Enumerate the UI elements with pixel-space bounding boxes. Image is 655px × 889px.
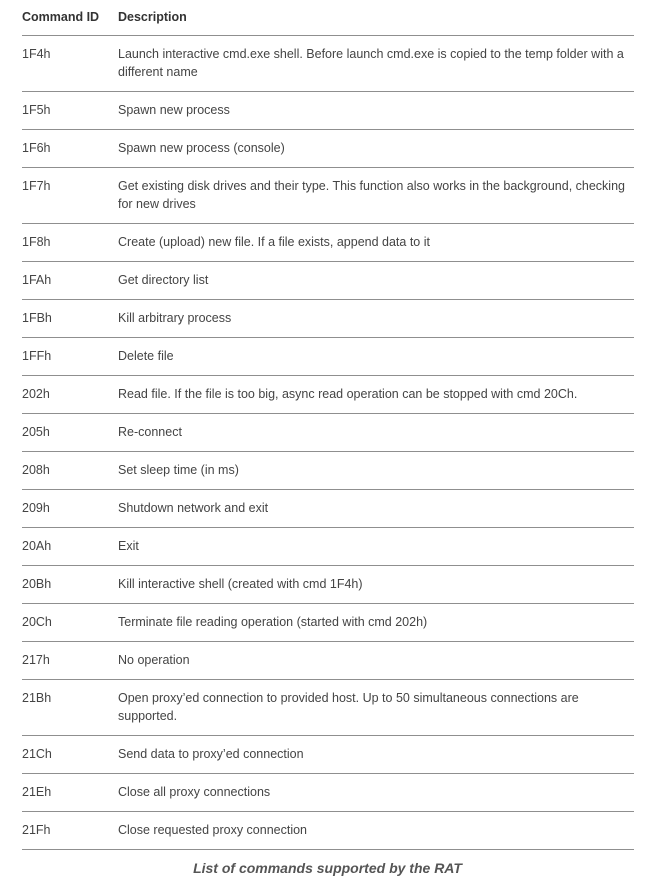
table-row: 20Bh Kill interactive shell (created with… [22, 565, 634, 604]
command-id-cell: 20Ch [22, 603, 118, 642]
table-row: 209h Shutdown network and exit [22, 489, 634, 528]
table-row: 21Ch Send data to proxy’ed connection [22, 735, 634, 774]
command-id-cell: 1FFh [22, 337, 118, 376]
description-cell: Launch interactive cmd.exe shell. Before… [118, 35, 634, 92]
description-cell: Send data to proxy’ed connection [118, 735, 634, 774]
command-id-cell: 1FAh [22, 261, 118, 300]
table-row: 202h Read file. If the file is too big, a… [22, 375, 634, 414]
description-cell: Spawn new process [118, 91, 634, 130]
command-id-cell: 1F7h [22, 167, 118, 224]
command-id-cell: 209h [22, 489, 118, 528]
table-row: 1F7h Get existing disk drives and their t… [22, 167, 634, 224]
description-cell: Spawn new process (console) [118, 129, 634, 168]
description-cell: Terminate file reading operation (starte… [118, 603, 634, 642]
description-cell: Set sleep time (in ms) [118, 451, 634, 490]
command-id-cell: 1F5h [22, 91, 118, 130]
command-id-cell: 21Ch [22, 735, 118, 774]
description-cell: Create (upload) new file. If a file exis… [118, 223, 634, 262]
table-row: 1F8h Create (upload) new file. If a file … [22, 223, 634, 262]
table-row: 205h Re-connect [22, 413, 634, 452]
command-id-cell: 1F8h [22, 223, 118, 262]
description-cell: Read file. If the file is too big, async… [118, 375, 634, 414]
command-id-cell: 217h [22, 641, 118, 680]
description-cell: Get directory list [118, 261, 634, 300]
command-id-cell: 1FBh [22, 299, 118, 338]
description-cell: Kill interactive shell (created with cmd… [118, 565, 634, 604]
command-id-cell: 21Eh [22, 773, 118, 812]
command-id-cell: 21Bh [22, 679, 118, 736]
command-id-cell: 1F6h [22, 129, 118, 168]
table-row: 217h No operation [22, 641, 634, 680]
table-row: 20Ch Terminate file reading operation (st… [22, 603, 634, 642]
description-cell: Re-connect [118, 413, 634, 452]
table-caption: List of commands supported by the RAT [193, 860, 462, 876]
description-cell: Get existing disk drives and their type.… [118, 167, 634, 224]
command-id-cell: 20Ah [22, 527, 118, 566]
table-row: 20Ah Exit [22, 527, 634, 566]
command-id-cell: 202h [22, 375, 118, 414]
description-cell: Close requested proxy connection [118, 811, 634, 850]
description-cell: Close all proxy connections [118, 773, 634, 812]
description-cell: Exit [118, 527, 634, 566]
table-row: 1FFh Delete file [22, 337, 634, 376]
table-row: 21Bh Open proxy’ed connection to provided… [22, 679, 634, 736]
header-description: Description [118, 0, 634, 36]
table-body: 1F4h Launch interactive cmd.exe shell. Be… [22, 35, 634, 850]
table-row: 1FBh Kill arbitrary process [22, 299, 634, 338]
description-cell: Kill arbitrary process [118, 299, 634, 338]
table-row: 208h Set sleep time (in ms) [22, 451, 634, 490]
description-cell: Shutdown network and exit [118, 489, 634, 528]
description-cell: No operation [118, 641, 634, 680]
table-header: Command ID Description [22, 0, 634, 36]
table-row: 21Fh Close requested proxy connection [22, 811, 634, 850]
command-id-cell: 208h [22, 451, 118, 490]
table-row: 1F4h Launch interactive cmd.exe shell. Be… [22, 35, 634, 92]
command-id-cell: 205h [22, 413, 118, 452]
header-command-id: Command ID [22, 0, 118, 36]
command-id-cell: 21Fh [22, 811, 118, 850]
description-cell: Delete file [118, 337, 634, 376]
table-row: 1F5h Spawn new process [22, 91, 634, 130]
command-id-cell: 20Bh [22, 565, 118, 604]
table-row: 21Eh Close all proxy connections [22, 773, 634, 812]
command-table: Command ID Description 1F4h Launch intera… [22, 0, 634, 850]
command-table-container: Command ID Description 1F4h Launch intera… [22, 0, 634, 850]
description-cell: Open proxy’ed connection to provided hos… [118, 679, 634, 736]
table-row: 1FAh Get directory list [22, 261, 634, 300]
table-row: 1F6h Spawn new process (console) [22, 129, 634, 168]
header-row: Command ID Description [22, 0, 634, 36]
command-id-cell: 1F4h [22, 35, 118, 92]
